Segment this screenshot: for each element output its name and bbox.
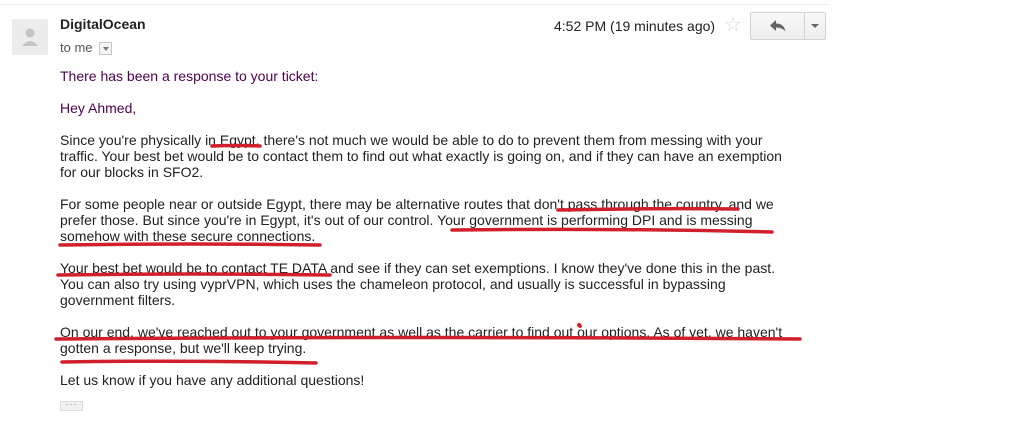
paragraph-1-line-1: Since you're physically in Egypt, there'… [60,132,763,148]
recipient-line: to me [60,40,112,55]
more-options-button[interactable] [805,13,825,39]
paragraph-3-line-1: Your best bet would be to contact TE DAT… [60,260,776,276]
intro-line: There has been a response to your ticket… [60,68,319,84]
caret-down-icon[interactable] [98,42,112,55]
paragraph-3-line-2: You can also try using vyprVPN, which us… [60,276,726,292]
paragraph-1-line-3: for our blocks in SFO2. [60,164,204,180]
paragraph-3-line-3: government filters. [60,292,176,308]
greeting-line: Hey Ahmed, [60,100,137,116]
reply-button-group [750,12,826,40]
reply-button[interactable] [751,13,805,39]
chevron-down-icon [811,24,819,28]
paragraph-1: Since you're physically in Egypt, there'… [60,132,805,180]
reply-arrow-icon [769,20,785,32]
message-body: There has been a response to your ticket… [60,68,805,388]
paragraph-4: On our end, we've reached out to your go… [60,324,805,356]
paragraph-2-line-3: somehow with these secure connections. [60,228,316,244]
closing-line: Let us know if you have any additional q… [60,372,365,388]
paragraph-4-line-2: gotten a response, but we'll keep trying… [60,340,307,356]
sender-avatar [12,19,48,55]
person-icon [22,28,38,46]
ellipsis-icon[interactable]: ··· [60,400,83,411]
header-divider [0,4,828,5]
paragraph-4-line-1: On our end, we've reached out to your go… [60,324,783,340]
star-outline-icon[interactable]: ☆ [724,14,742,36]
message-timestamp: 4:52 PM (19 minutes ago) [554,18,716,34]
paragraph-3: Your best bet would be to contact TE DAT… [60,260,805,308]
paragraph-2-line-2: prefer those. But since you're in Egypt,… [60,212,753,228]
paragraph-2: For some people near or outside Egypt, t… [60,196,805,244]
paragraph-1-line-2: traffic. Your best bet would be to conta… [60,148,782,164]
paragraph-2-line-1: For some people near or outside Egypt, t… [60,196,774,212]
sender-name: DigitalOcean [60,16,146,32]
recipient-label: to me [60,40,93,55]
